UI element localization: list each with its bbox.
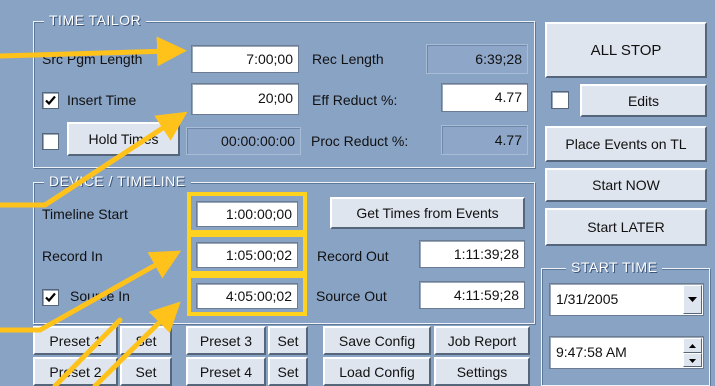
arrow-to-source-in <box>92 301 181 386</box>
arrow-to-record-in <box>0 250 182 333</box>
arrow-to-src-pgm-length <box>0 36 187 67</box>
annotation-arrows <box>0 36 188 386</box>
arrow-to-source-in-short <box>52 317 123 386</box>
arrow-to-insert-time <box>0 111 188 208</box>
